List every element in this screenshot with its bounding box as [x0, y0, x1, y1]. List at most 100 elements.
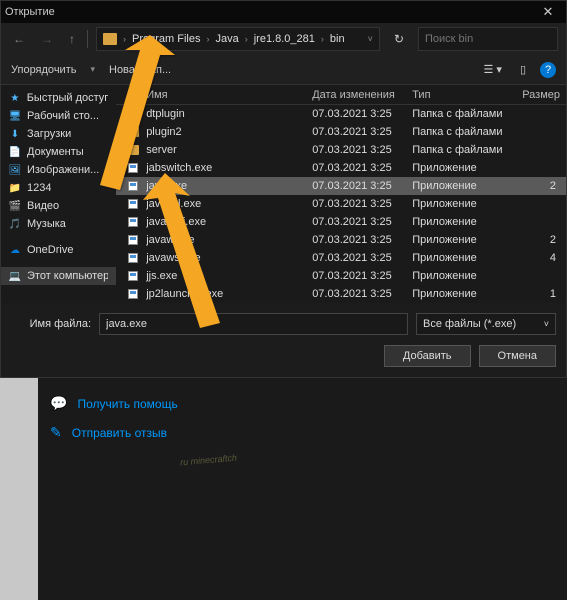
file-date: 07.03.2021 3:25 — [312, 216, 412, 228]
open-button[interactable]: Добавить — [384, 345, 471, 367]
sidebar-label: Видео — [27, 200, 59, 212]
file-type: Приложение — [412, 252, 522, 264]
sidebar-icon: 🎬 — [9, 200, 21, 212]
sidebar-item[interactable]: ★Быстрый доступ — [1, 89, 116, 107]
sidebar-icon: 💻 — [9, 270, 21, 282]
sidebar-item[interactable]: 🖼 Изображени... — [1, 161, 116, 179]
file-date: 07.03.2021 3:25 — [312, 270, 412, 282]
exe-icon — [128, 253, 138, 263]
filetype-select[interactable]: Все файлы (*.exe) ˅ — [416, 313, 556, 335]
sidebar-icon: 🎵 — [9, 218, 21, 230]
feedback-icon: ✎ — [50, 424, 62, 441]
col-date[interactable]: Дата изменения — [306, 89, 406, 101]
crumb-item[interactable]: bin — [330, 33, 345, 45]
col-name[interactable]: Имя — [116, 89, 306, 101]
file-open-dialog: Открытие ✕ ← → ↑ › Program Files › Java … — [0, 0, 567, 378]
file-row[interactable]: dtplugin07.03.2021 3:25Папка с файлами — [116, 105, 566, 123]
refresh-button[interactable]: ↻ — [388, 32, 410, 46]
sidebar: ★Быстрый доступ🖥Рабочий сто...⬇Загрузки📄… — [1, 85, 116, 303]
get-help-link[interactable]: 💬 Получить помощь — [50, 395, 178, 412]
file-date: 07.03.2021 3:25 — [312, 108, 412, 120]
search-input[interactable] — [425, 33, 567, 45]
file-size: 1 — [522, 288, 566, 300]
crumb-item[interactable]: jre1.8.0_281 — [254, 33, 315, 45]
sidebar-item[interactable]: 📁1234 — [1, 179, 116, 197]
file-date: 07.03.2021 3:25 — [312, 144, 412, 156]
dialog-footer: Имя файла: Все файлы (*.exe) ˅ Добавить … — [1, 303, 566, 377]
sidebar-item[interactable]: 🎬 Видео — [1, 197, 116, 215]
sidebar-item[interactable]: 🎵 Музыка — [1, 215, 116, 233]
exe-icon — [128, 163, 138, 173]
breadcrumb[interactable]: › Program Files › Java › jre1.8.0_281 › … — [96, 27, 380, 51]
file-type: Папка с файлами — [412, 144, 522, 156]
cancel-button[interactable]: Отмена — [479, 345, 556, 367]
file-row[interactable]: java.exe07.03.2021 3:25Приложение2 — [116, 177, 566, 195]
crumb-item[interactable]: Java — [215, 33, 238, 45]
sidebar-item — [1, 233, 116, 241]
file-type: Приложение — [412, 270, 522, 282]
file-row[interactable]: java-rmi.exe07.03.2021 3:25Приложение — [116, 213, 566, 231]
sidebar-item[interactable]: 🖥 Рабочий сто... — [1, 107, 116, 125]
crumb-item[interactable]: Program Files — [132, 33, 200, 45]
sidebar-item[interactable]: ☁OneDrive — [1, 241, 116, 259]
search-box: 🔍 — [418, 27, 558, 51]
file-row[interactable]: jp2launcher.exe07.03.2021 3:25Приложение… — [116, 285, 566, 303]
col-type[interactable]: Тип — [406, 89, 516, 101]
file-type: Приложение — [412, 234, 522, 246]
sidebar-label: Музыка — [27, 218, 66, 230]
file-row[interactable]: javacpl.exe07.03.2021 3:25Приложение — [116, 195, 566, 213]
file-row[interactable]: server07.03.2021 3:25Папка с файлами — [116, 141, 566, 159]
file-name: java.exe — [146, 180, 312, 192]
sidebar-icon: 📁 — [9, 182, 21, 194]
close-button[interactable]: ✕ — [534, 4, 562, 20]
sidebar-label: Быстрый доступ — [27, 92, 108, 104]
back-button[interactable]: ← — [9, 32, 29, 46]
filename-input[interactable] — [99, 313, 408, 335]
titlebar: Открытие ✕ — [1, 1, 566, 23]
toolbar: Упорядочить ▾ Новая пап... ☰ ▾ ▯ ? — [1, 55, 566, 85]
sidebar-label: Рабочий сто... — [27, 110, 99, 122]
sidebar-icon: 📄 — [9, 146, 21, 158]
file-list: Имя Дата изменения Тип Размер dtplugin07… — [116, 85, 566, 303]
nav-bar: ← → ↑ › Program Files › Java › jre1.8.0_… — [1, 23, 566, 55]
file-row[interactable]: javaw.exe07.03.2021 3:25Приложение2 — [116, 231, 566, 249]
file-type: Приложение — [412, 180, 522, 192]
file-date: 07.03.2021 3:25 — [312, 162, 412, 174]
file-row[interactable]: jabswitch.exe07.03.2021 3:25Приложение — [116, 159, 566, 177]
sidebar-item[interactable]: 💻 Этот компьютер — [1, 267, 116, 285]
file-name: dtplugin — [146, 108, 312, 120]
organize-button[interactable]: Упорядочить — [11, 64, 76, 76]
sidebar-icon: 🖼 — [9, 164, 21, 176]
file-date: 07.03.2021 3:25 — [312, 180, 412, 192]
file-row[interactable]: javaws.exe07.03.2021 3:25Приложение4 — [116, 249, 566, 267]
sidebar-item[interactable]: ⬇Загрузки — [1, 125, 116, 143]
view-preview-button[interactable]: ▯ — [516, 61, 530, 78]
file-size: 2 — [522, 234, 566, 246]
forward-button[interactable]: → — [37, 32, 57, 46]
view-details-button[interactable]: ☰ ▾ — [479, 61, 505, 78]
file-name: server — [146, 144, 312, 156]
sidebar-label: Изображени... — [27, 164, 99, 176]
file-name: javaws.exe — [146, 252, 312, 264]
window-title: Открытие — [5, 6, 534, 18]
file-name: javaw.exe — [146, 234, 312, 246]
file-row[interactable]: jjs.exe07.03.2021 3:25Приложение — [116, 267, 566, 285]
exe-icon — [128, 199, 138, 209]
file-row[interactable]: plugin207.03.2021 3:25Папка с файлами — [116, 123, 566, 141]
newfolder-button[interactable]: Новая пап... — [109, 64, 171, 76]
file-date: 07.03.2021 3:25 — [312, 234, 412, 246]
file-type: Папка с файлами — [412, 108, 522, 120]
sidebar-label: Этот компьютер — [27, 270, 108, 282]
sidebar-icon: 🖥 — [9, 110, 21, 122]
file-name: jp2launcher.exe — [146, 288, 312, 300]
file-date: 07.03.2021 3:25 — [312, 126, 412, 138]
feedback-link[interactable]: ✎ Отправить отзыв — [50, 424, 178, 441]
col-size[interactable]: Размер — [516, 89, 566, 101]
folder-icon — [127, 127, 139, 137]
chat-icon: 💬 — [50, 395, 67, 412]
file-type: Папка с файлами — [412, 126, 522, 138]
sidebar-item[interactable]: 📄Документы — [1, 143, 116, 161]
help-button[interactable]: ? — [540, 62, 556, 78]
up-button[interactable]: ↑ — [65, 32, 79, 46]
sidebar-icon: ⬇ — [9, 128, 21, 140]
